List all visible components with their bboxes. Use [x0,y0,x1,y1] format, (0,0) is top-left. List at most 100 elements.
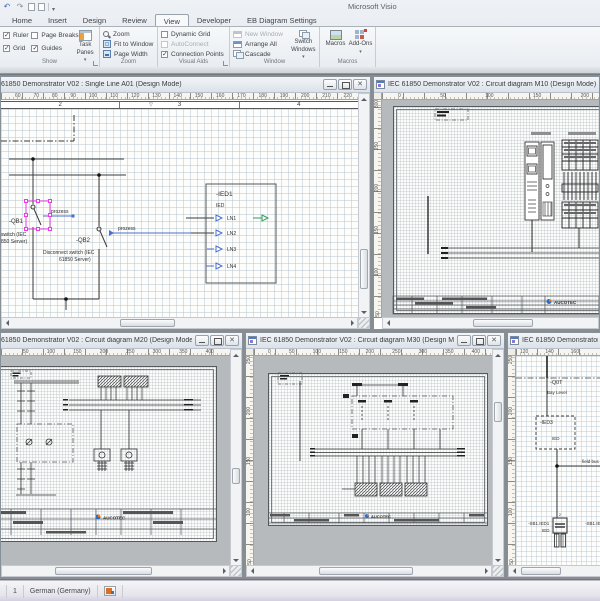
vertical-scroll-thumb[interactable] [360,249,368,289]
maximize-button[interactable] [210,335,224,346]
ruler-number: 190 [279,93,289,99]
scroll-down-icon[interactable] [361,310,367,317]
horizontal-scrollbar[interactable] [1,317,358,329]
horizontal-scroll-thumb[interactable] [473,319,533,327]
scroll-up-icon[interactable] [361,95,367,101]
autoconnect-checkbox: AutoConnect [161,39,227,49]
scroll-left-icon[interactable] [510,568,516,574]
undo-icon[interactable]: ↶ [2,2,12,11]
cascade-label: Cascade [245,50,271,58]
maximize-button[interactable] [338,79,352,90]
connection-points-checkbox[interactable]: Connection Points [161,49,227,59]
scroll-left-icon[interactable] [384,320,390,326]
horizontal-scroll-thumb[interactable] [120,319,175,327]
checkbox-icon[interactable] [161,30,168,38]
visio-document-icon [376,80,385,89]
language-icon[interactable] [103,586,116,596]
language-indicator[interactable]: German (Germany) [30,588,91,595]
switch-windows-button[interactable]: Switch Windows [290,28,317,60]
redo-icon[interactable]: ↷ [15,2,25,11]
circuit-m10-diagram[interactable]: AUCOTEC [382,100,599,318]
vertical-scroll-thumb[interactable] [494,402,502,422]
window-circuit-m20[interactable]: 61850 Demonstrator V02 : Circuit diagram… [0,332,243,578]
fit-to-window-button[interactable]: Fit to Window [103,39,155,49]
zoom-label: Zoom [113,30,130,38]
scroll-left-icon[interactable] [3,320,9,326]
horizontal-ruler: 0 50 100 150 200 250 300 350 400 [254,349,492,356]
minimize-button[interactable] [323,79,337,90]
task-panes-button[interactable]: Task Panes [73,28,97,63]
window-title-bar[interactable]: IEC 61850 Demonstrator V02 : Circuit dia… [246,333,504,349]
guides-checkbox[interactable]: Guides [31,44,73,53]
ruler-number: 200 [580,93,589,99]
resize-grip[interactable] [492,565,504,577]
window-circuit-m10[interactable]: IEC 61850 Demonstrator V02 : Circuit dia… [373,76,600,330]
addons-button[interactable]: Add-Ons [348,28,373,59]
checkbox-icon[interactable] [3,45,10,52]
window-title-bar[interactable]: 61850 Demonstrator V02 : Circuit diagram… [1,333,242,349]
window-title: IEC 61850 Demonstrator V02 : Circuit dia… [260,337,454,344]
page-indicator[interactable]: 1 [13,588,17,595]
window-circuit-m30[interactable]: IEC 61850 Demonstrator V02 : Circuit dia… [245,332,505,578]
circuit-m30-diagram[interactable]: AUCOTEC [254,356,492,566]
scroll-up-icon[interactable] [495,351,501,357]
vertical-scrollbar[interactable] [230,349,242,566]
page-width-button[interactable]: Page Width [103,49,155,59]
vertical-scrollbar[interactable] [358,93,370,318]
ruler-number: 120 [520,349,529,355]
vertical-scroll-thumb[interactable] [232,468,240,484]
checkbox-icon[interactable] [3,32,10,39]
dynamic-grid-checkbox[interactable]: Dynamic Grid [161,29,227,39]
maximize-button[interactable] [472,335,486,346]
close-button[interactable] [225,335,239,346]
zoom-button[interactable]: Zoom [103,29,155,39]
close-button[interactable] [487,335,501,346]
arrange-all-button[interactable]: Arrange All [233,39,290,49]
new-window-icon[interactable] [38,2,45,11]
checkbox-icon[interactable] [31,32,39,39]
circuit-m20-diagram[interactable]: AUCOTEC [1,356,230,566]
macros-button[interactable]: Macros [323,28,348,59]
ruler-number: 100 [312,349,321,355]
grid-checkbox[interactable]: Grid [3,44,31,53]
minimize-button[interactable] [195,335,209,346]
window-single-line-a01[interactable]: 61850 Demonstrator V02 : Single Line A01… [0,76,371,330]
port-label-ln1: LN1 [227,216,236,222]
horizontal-scroll-thumb[interactable] [319,567,413,575]
horizontal-scrollbar[interactable] [246,565,492,577]
scroll-up-icon[interactable] [233,351,239,357]
scroll-left-icon[interactable] [248,568,254,574]
scroll-right-icon[interactable] [350,320,357,326]
cascade-button[interactable]: Cascade [233,49,290,59]
window-title-bar[interactable]: IEC 61850 Demonstrator V02 : Circuit dia… [374,77,599,93]
horizontal-scrollbar[interactable] [1,565,230,577]
checkbox-icon[interactable] [161,50,168,58]
scroll-right-icon[interactable] [484,568,491,574]
resize-grip[interactable] [230,565,242,577]
horizontal-scroll-thumb[interactable] [521,567,561,575]
horizontal-scroll-thumb[interactable] [55,567,152,575]
close-button[interactable] [353,79,367,90]
visual-aids-dialog-launcher-icon[interactable] [223,61,228,66]
window-single-line-partial[interactable]: IEC 61850 Demonstrator V02 : 120 140 160 2… [507,332,600,578]
scroll-down-icon[interactable] [495,558,501,565]
single-line-diagram[interactable]: -QB1 switch (IEC 850 Server) prozess -QB… [1,109,358,318]
ruler-checkbox[interactable]: Ruler [3,31,31,40]
ruler-number: 250 [508,356,515,365]
window-title-bar[interactable]: IEC 61850 Demonstrator V02 : [508,333,600,349]
scroll-down-icon[interactable] [233,558,239,565]
horizontal-scrollbar[interactable] [382,317,599,329]
resize-grip[interactable] [358,317,370,329]
minimize-button[interactable] [457,335,471,346]
horizontal-scrollbar[interactable] [508,565,600,577]
arrange-all-label: Arrange All [245,40,277,48]
scroll-right-icon[interactable] [222,568,229,574]
checkbox-icon[interactable] [31,45,39,52]
window-title-bar[interactable]: 61850 Demonstrator V02 : Single Line A01… [1,77,370,93]
ied3-subtitle: IED [552,436,560,441]
bay-level-diagram[interactable]: -Q0T Bay Level -IED3 IED field bus 2 -SB… [516,356,600,566]
show-dialog-launcher-icon[interactable] [93,61,98,66]
vertical-scrollbar[interactable] [492,349,504,566]
page-breaks-checkbox[interactable]: Page Breaks [31,31,79,40]
document-icon[interactable] [28,2,35,11]
